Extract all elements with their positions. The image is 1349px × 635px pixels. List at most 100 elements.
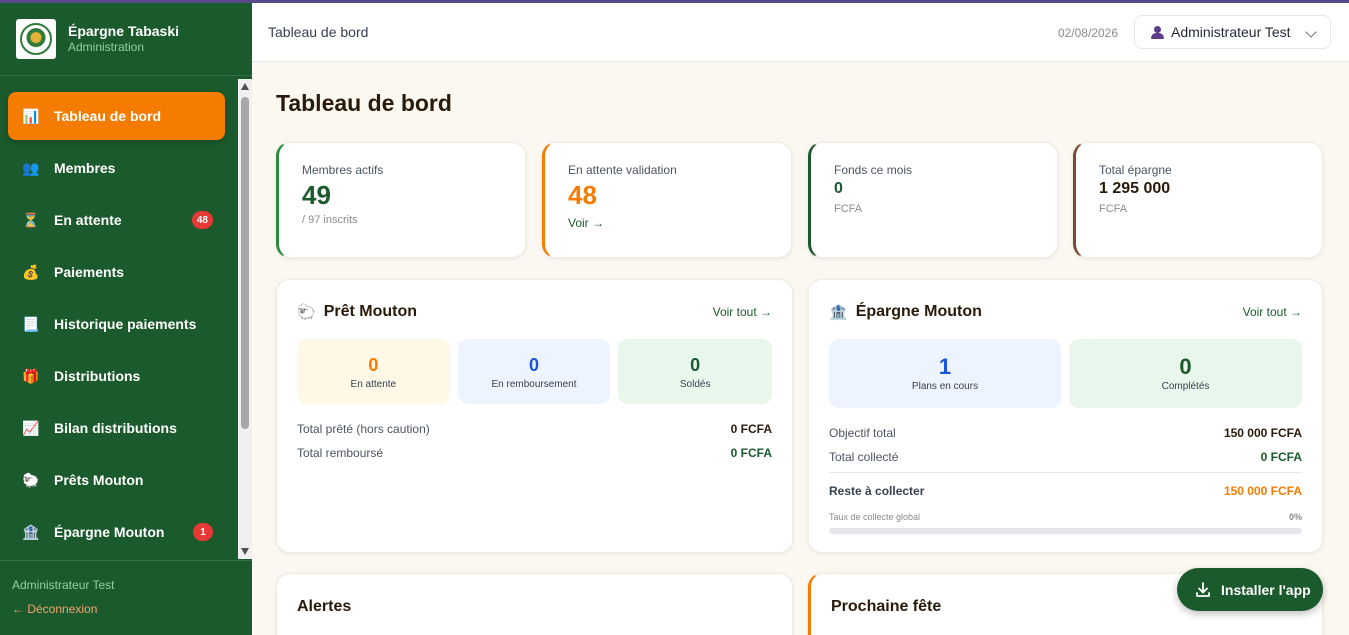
scroll-down-arrow-icon[interactable] [241, 548, 249, 555]
tile-en-remboursement: 0 En remboursement [457, 339, 611, 404]
row-value: 150 000 FCFA [1223, 484, 1302, 498]
taux-label: Taux de collecte global [829, 512, 921, 522]
panel-title: 🏦 Épargne Mouton [829, 303, 982, 321]
stat-value: 0 [834, 180, 843, 197]
brand-header[interactable]: Épargne Tabaski Administration [0, 3, 252, 76]
brand-subtitle: Administration [68, 40, 145, 54]
tile-value: 0 [1179, 353, 1192, 379]
tile-label: En attente [350, 378, 397, 390]
sidebar-item-prets-mouton[interactable]: 🐑 Prêts Mouton [8, 456, 225, 504]
topbar-date: 02/08/2026 [1057, 26, 1118, 40]
pret-mouton-panel: 🐑 Prêt Mouton Voir tout → 0 En attente 0… [276, 279, 793, 553]
sidebar: Épargne Tabaski Administration 📊 Tableau… [0, 3, 252, 635]
tile-soldes: 0 Soldés [618, 339, 773, 404]
alertes-card: Alertes [276, 573, 793, 635]
row-value: 150 000 FCFA [1223, 426, 1302, 440]
logo-emblem [20, 23, 52, 55]
window-top-border [0, 0, 1349, 3]
voir-tout-link[interactable]: Voir tout → [1243, 305, 1302, 319]
sidebar-item-label: Distributions [54, 368, 141, 384]
epargne-count-badge: 1 [193, 523, 213, 541]
receipt-icon: 📃 [22, 315, 40, 332]
total-rembourse-row: Total remboursé 0 FCFA [297, 446, 772, 460]
sidebar-item-en-attente[interactable]: ⏳ En attente 48 [8, 196, 225, 244]
epargne-mouton-panel: 🏦 Épargne Mouton Voir tout → 1 Plans en … [808, 279, 1323, 553]
sidebar-item-label: Historique paiements [54, 316, 197, 332]
tile-completes: 0 Complétés [1069, 339, 1302, 408]
sidebar-item-label: Tableau de bord [54, 108, 162, 124]
voir-link[interactable]: Voir → [568, 216, 791, 230]
tile-label: Plans en cours [911, 380, 979, 392]
sheep-icon: 🐑 [297, 303, 316, 321]
stat-card-membres-actifs: Membres actifs 49 / 97 inscrits [276, 142, 526, 258]
stat-value: 49 [302, 180, 331, 210]
stat-card-en-attente-validation: En attente validation 48 Voir → [542, 142, 792, 258]
row-value: 0 FCFA [1260, 450, 1302, 464]
sidebar-item-label: En attente [54, 212, 122, 228]
sheep-icon: 🐑 [22, 471, 40, 488]
scroll-thumb[interactable] [241, 97, 249, 429]
stat-value: 48 [568, 180, 597, 210]
tile-value: 0 [690, 354, 701, 375]
panel-title-text: Prêt Mouton [323, 302, 418, 320]
money-bag-icon: 💰 [22, 263, 40, 280]
sidebar-item-bilan-distributions[interactable]: 📈 Bilan distributions [8, 404, 225, 452]
sidebar-nav: 📊 Tableau de bord 👥 Membres ⏳ En attente… [0, 79, 238, 557]
footer-username: Administrateur Test [12, 578, 115, 592]
tile-value: 0 [368, 354, 379, 375]
tile-plans-en-cours: 1 Plans en cours [829, 339, 1061, 408]
tile-label: Complétés [1161, 380, 1210, 392]
user-menu-button[interactable]: Administrateur Test [1134, 15, 1331, 49]
objectif-total-row: Objectif total 150 000 FCFA [829, 426, 1302, 440]
user-icon [1151, 25, 1164, 39]
sidebar-item-epargne-mouton[interactable]: 🏦 Épargne Mouton 1 [8, 508, 225, 556]
sidebar-scrollbar[interactable] [238, 79, 252, 559]
stat-value: 1 295 000 [1099, 180, 1171, 197]
topbar-title: Tableau de bord [268, 24, 369, 40]
logo [16, 19, 56, 59]
stat-subtext: FCFA [834, 203, 863, 215]
install-app-label: Installer l'app [1221, 581, 1311, 598]
user-menu-label: Administrateur Test [1171, 24, 1291, 40]
install-app-button[interactable]: Installer l'app [1177, 568, 1323, 611]
sidebar-item-label: Paiements [54, 264, 125, 280]
reste-a-collecter-row: Reste à collecter 150 000 FCFA [829, 484, 1302, 498]
stat-card-fonds-ce-mois: Fonds ce mois 0 FCFA [808, 142, 1058, 258]
sidebar-item-historique-paiements[interactable]: 📃 Historique paiements [8, 300, 225, 348]
logout-link[interactable]: ← Déconnexion [12, 602, 240, 616]
row-label: Reste à collecter [829, 484, 925, 498]
row-label: Objectif total [829, 426, 896, 440]
bank-icon: 🏦 [829, 303, 848, 321]
sidebar-item-label: Épargne Mouton [54, 524, 165, 540]
collecte-progress-bar [829, 528, 1302, 534]
sidebar-item-membres[interactable]: 👥 Membres [8, 144, 225, 192]
sidebar-item-label: Prêts Mouton [54, 472, 144, 488]
scroll-up-arrow-icon[interactable] [241, 83, 249, 90]
bank-icon: 🏦 [22, 523, 40, 540]
trend-icon: 📈 [22, 419, 40, 436]
sidebar-item-label: Membres [54, 160, 116, 176]
sidebar-item-paiements[interactable]: 💰 Paiements [8, 248, 225, 296]
sidebar-item-tableau-de-bord[interactable]: 📊 Tableau de bord [8, 92, 225, 140]
download-icon [1195, 581, 1211, 598]
tile-value: 0 [529, 354, 540, 375]
stat-subtext: FCFA [1099, 203, 1128, 215]
total-prete-row: Total prêté (hors caution) 0 FCFA [297, 422, 772, 436]
stat-label: Total épargne [1099, 163, 1172, 177]
panel-title: 🐑 Prêt Mouton [297, 303, 417, 321]
stat-label: Membres actifs [302, 163, 384, 177]
row-label: Total remboursé [297, 446, 384, 460]
row-label: Total prêté (hors caution) [297, 422, 430, 436]
hourglass-icon: ⏳ [22, 211, 40, 228]
chevron-down-icon [1305, 26, 1317, 38]
chart-icon: 📊 [22, 107, 40, 124]
taux-collecte-row: Taux de collecte global 0% [829, 512, 1302, 522]
brand-title: Épargne Tabaski [68, 23, 180, 39]
row-value: 0 FCFA [730, 422, 772, 436]
stat-label: En attente validation [568, 163, 677, 177]
sidebar-item-distributions[interactable]: 🎁 Distributions [8, 352, 225, 400]
total-collecte-row: Total collecté 0 FCFA [829, 450, 1302, 473]
stat-label: Fonds ce mois [834, 163, 913, 177]
voir-tout-link[interactable]: Voir tout → [713, 305, 772, 319]
alertes-title: Alertes [297, 598, 352, 615]
